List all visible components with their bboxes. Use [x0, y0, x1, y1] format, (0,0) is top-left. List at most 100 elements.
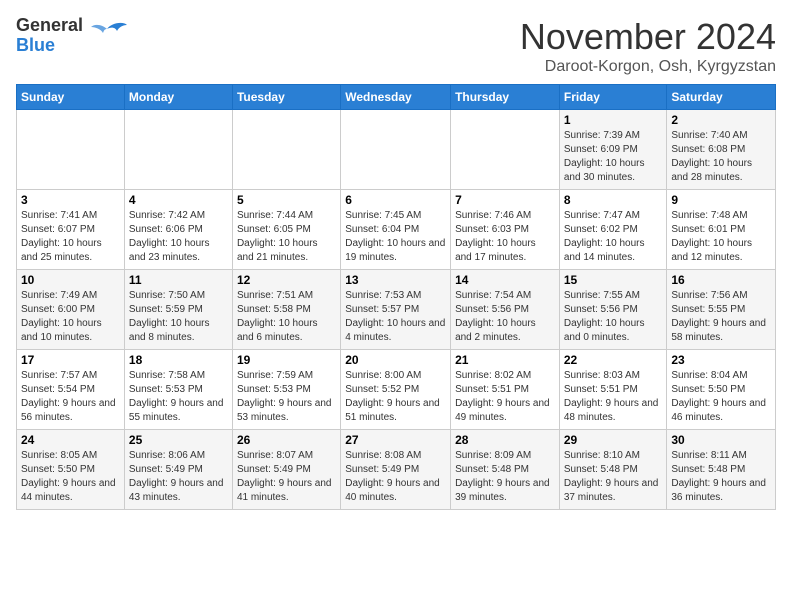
calendar-cell: 24Sunrise: 8:05 AM Sunset: 5:50 PM Dayli… — [17, 430, 125, 510]
calendar-cell — [451, 110, 560, 190]
calendar-cell: 7 Sunrise: 7:46 AM Sunset: 6:03 PM Daylig… — [451, 190, 560, 270]
day-number: 10 — [21, 273, 120, 287]
day-number: 22 — [564, 353, 663, 367]
calendar-cell: 5 Sunrise: 7:44 AM Sunset: 6:05 PM Daylig… — [232, 190, 340, 270]
day-number: 9 — [671, 193, 771, 207]
weekday-header-tuesday: Tuesday — [232, 85, 340, 110]
logo-general: General — [16, 16, 83, 36]
day-info: Sunrise: 7:42 AM Sunset: 6:06 PM Dayligh… — [129, 209, 228, 265]
day-info: Sunrise: 7:44 AM Sunset: 6:05 PM Dayligh… — [237, 209, 336, 265]
day-number: 17 — [21, 353, 120, 367]
day-number: 3 — [21, 193, 120, 207]
day-number: 4 — [129, 193, 228, 207]
day-number: 11 — [129, 273, 228, 287]
calendar-cell: 29Sunrise: 8:10 AM Sunset: 5:48 PM Dayli… — [559, 430, 667, 510]
day-number: 16 — [671, 273, 771, 287]
calendar-cell — [341, 110, 451, 190]
day-info: Sunrise: 7:45 AM Sunset: 6:04 PM Dayligh… — [345, 209, 446, 265]
calendar-cell: 21 Sunrise: 8:02 AM Sunset: 5:51 PM Dayli… — [451, 350, 560, 430]
day-number: 6 — [345, 193, 446, 207]
calendar-cell: 28 Sunrise: 8:09 AM Sunset: 5:48 PM Dayli… — [451, 430, 560, 510]
day-info: Sunrise: 7:55 AM Sunset: 5:56 PM Dayligh… — [564, 289, 663, 345]
calendar-cell: 27Sunrise: 8:08 AM Sunset: 5:49 PM Dayli… — [341, 430, 451, 510]
calendar-cell: 18 Sunrise: 7:58 AM Sunset: 5:53 PM Dayli… — [124, 350, 232, 430]
calendar-week-row: 1 Sunrise: 7:39 AM Sunset: 6:09 PM Daylig… — [17, 110, 776, 190]
calendar-cell — [17, 110, 125, 190]
weekday-header-sunday: Sunday — [17, 85, 125, 110]
calendar-week-row: 10Sunrise: 7:49 AM Sunset: 6:00 PM Dayli… — [17, 270, 776, 350]
day-number: 21 — [455, 353, 555, 367]
day-number: 1 — [564, 113, 663, 127]
calendar-cell: 3Sunrise: 7:41 AM Sunset: 6:07 PM Daylig… — [17, 190, 125, 270]
calendar-cell: 30Sunrise: 8:11 AM Sunset: 5:48 PM Dayli… — [667, 430, 776, 510]
day-info: Sunrise: 7:39 AM Sunset: 6:09 PM Dayligh… — [564, 129, 663, 185]
day-info: Sunrise: 7:59 AM Sunset: 5:53 PM Dayligh… — [237, 369, 336, 425]
day-info: Sunrise: 8:02 AM Sunset: 5:51 PM Dayligh… — [455, 369, 555, 425]
day-info: Sunrise: 7:48 AM Sunset: 6:01 PM Dayligh… — [671, 209, 771, 265]
weekday-header-wednesday: Wednesday — [341, 85, 451, 110]
day-number: 5 — [237, 193, 336, 207]
logo: General Blue — [16, 16, 127, 56]
day-number: 29 — [564, 433, 663, 447]
calendar-cell: 25 Sunrise: 8:06 AM Sunset: 5:49 PM Dayli… — [124, 430, 232, 510]
weekday-header-saturday: Saturday — [667, 85, 776, 110]
month-title: November 2024 — [520, 16, 776, 58]
day-number: 12 — [237, 273, 336, 287]
calendar-week-row: 3Sunrise: 7:41 AM Sunset: 6:07 PM Daylig… — [17, 190, 776, 270]
day-info: Sunrise: 8:11 AM Sunset: 5:48 PM Dayligh… — [671, 449, 771, 505]
calendar-cell: 26 Sunrise: 8:07 AM Sunset: 5:49 PM Dayli… — [232, 430, 340, 510]
calendar-cell: 14Sunrise: 7:54 AM Sunset: 5:56 PM Dayli… — [451, 270, 560, 350]
day-number: 23 — [671, 353, 771, 367]
weekday-header-thursday: Thursday — [451, 85, 560, 110]
weekday-header-monday: Monday — [124, 85, 232, 110]
day-number: 15 — [564, 273, 663, 287]
calendar-cell — [124, 110, 232, 190]
page-header: General Blue November 2024 Daroot-Korgon… — [16, 16, 776, 76]
day-info: Sunrise: 7:51 AM Sunset: 5:58 PM Dayligh… — [237, 289, 336, 345]
day-number: 2 — [671, 113, 771, 127]
day-info: Sunrise: 8:08 AM Sunset: 5:49 PM Dayligh… — [345, 449, 446, 505]
weekday-header-friday: Friday — [559, 85, 667, 110]
calendar-cell: 13 Sunrise: 7:53 AM Sunset: 5:57 PM Dayli… — [341, 270, 451, 350]
day-info: Sunrise: 7:54 AM Sunset: 5:56 PM Dayligh… — [455, 289, 555, 345]
day-number: 18 — [129, 353, 228, 367]
location: Daroot-Korgon, Osh, Kyrgyzstan — [520, 58, 776, 76]
calendar-cell: 16 Sunrise: 7:56 AM Sunset: 5:55 PM Dayli… — [667, 270, 776, 350]
day-info: Sunrise: 8:09 AM Sunset: 5:48 PM Dayligh… — [455, 449, 555, 505]
day-info: Sunrise: 7:40 AM Sunset: 6:08 PM Dayligh… — [671, 129, 771, 185]
day-number: 13 — [345, 273, 446, 287]
day-number: 20 — [345, 353, 446, 367]
day-info: Sunrise: 8:04 AM Sunset: 5:50 PM Dayligh… — [671, 369, 771, 425]
calendar-week-row: 24Sunrise: 8:05 AM Sunset: 5:50 PM Dayli… — [17, 430, 776, 510]
calendar-cell: 9 Sunrise: 7:48 AM Sunset: 6:01 PM Daylig… — [667, 190, 776, 270]
title-block: November 2024 Daroot-Korgon, Osh, Kyrgyz… — [520, 16, 776, 76]
day-info: Sunrise: 7:58 AM Sunset: 5:53 PM Dayligh… — [129, 369, 228, 425]
calendar-cell: 19 Sunrise: 7:59 AM Sunset: 5:53 PM Dayli… — [232, 350, 340, 430]
day-info: Sunrise: 8:06 AM Sunset: 5:49 PM Dayligh… — [129, 449, 228, 505]
calendar-cell: 6 Sunrise: 7:45 AM Sunset: 6:04 PM Daylig… — [341, 190, 451, 270]
day-number: 7 — [455, 193, 555, 207]
day-number: 25 — [129, 433, 228, 447]
day-info: Sunrise: 7:46 AM Sunset: 6:03 PM Dayligh… — [455, 209, 555, 265]
calendar-cell: 20Sunrise: 8:00 AM Sunset: 5:52 PM Dayli… — [341, 350, 451, 430]
calendar-cell: 17 Sunrise: 7:57 AM Sunset: 5:54 PM Dayli… — [17, 350, 125, 430]
calendar-cell — [232, 110, 340, 190]
day-info: Sunrise: 8:05 AM Sunset: 5:50 PM Dayligh… — [21, 449, 120, 505]
day-info: Sunrise: 7:53 AM Sunset: 5:57 PM Dayligh… — [345, 289, 446, 345]
day-info: Sunrise: 7:50 AM Sunset: 5:59 PM Dayligh… — [129, 289, 228, 345]
day-info: Sunrise: 7:57 AM Sunset: 5:54 PM Dayligh… — [21, 369, 120, 425]
day-number: 28 — [455, 433, 555, 447]
calendar-cell: 10Sunrise: 7:49 AM Sunset: 6:00 PM Dayli… — [17, 270, 125, 350]
day-number: 19 — [237, 353, 336, 367]
calendar-cell: 15 Sunrise: 7:55 AM Sunset: 5:56 PM Dayli… — [559, 270, 667, 350]
calendar-cell: 12 Sunrise: 7:51 AM Sunset: 5:58 PM Dayli… — [232, 270, 340, 350]
calendar-table: SundayMondayTuesdayWednesdayThursdayFrid… — [16, 84, 776, 510]
day-number: 26 — [237, 433, 336, 447]
day-number: 8 — [564, 193, 663, 207]
calendar-header-row: SundayMondayTuesdayWednesdayThursdayFrid… — [17, 85, 776, 110]
day-info: Sunrise: 8:03 AM Sunset: 5:51 PM Dayligh… — [564, 369, 663, 425]
day-info: Sunrise: 7:56 AM Sunset: 5:55 PM Dayligh… — [671, 289, 771, 345]
logo-bird-icon — [87, 21, 127, 51]
calendar-cell: 23 Sunrise: 8:04 AM Sunset: 5:50 PM Dayli… — [667, 350, 776, 430]
day-info: Sunrise: 8:07 AM Sunset: 5:49 PM Dayligh… — [237, 449, 336, 505]
